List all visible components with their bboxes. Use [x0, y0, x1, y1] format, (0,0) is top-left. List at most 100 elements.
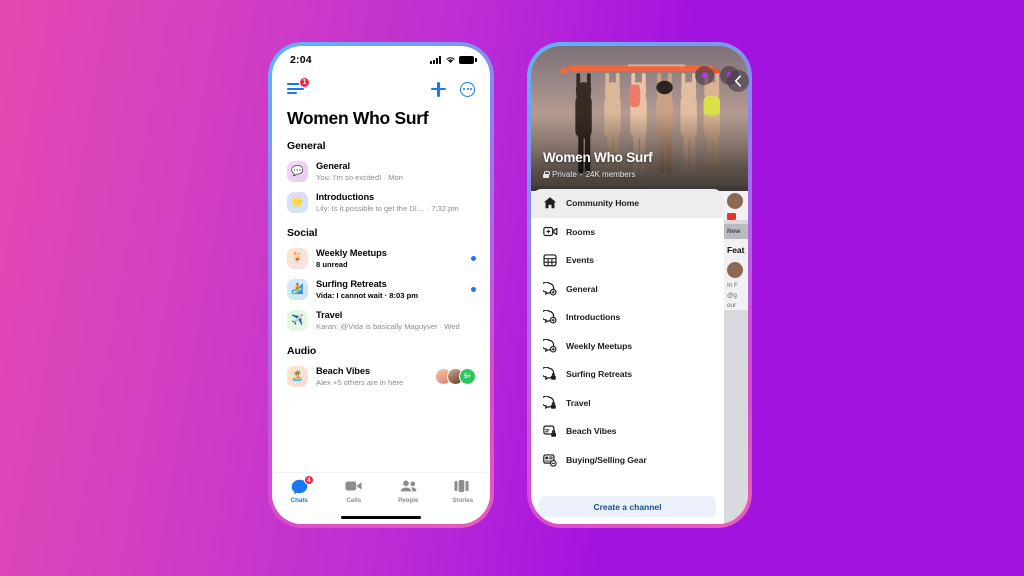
cellular-bars-icon: [430, 56, 441, 64]
nav-item-rooms[interactable]: Rooms: [531, 218, 724, 247]
channel-row[interactable]: 🏝️ Beach Vibes Alex +5 others are in here 5…: [272, 361, 490, 392]
nav-item-buying-selling-gear[interactable]: Buying/Selling Gear: [531, 446, 724, 475]
battery-icon: [459, 56, 477, 64]
nav-item-label: Surfing Retreats: [566, 369, 632, 380]
lock-icon: [543, 171, 550, 178]
nav-item-label: Weekly Meetups: [566, 340, 633, 351]
community-nav-list[interactable]: Community Home Rooms Events General Introduc…: [531, 189, 724, 474]
channel-avatar: 💬: [287, 161, 308, 182]
channel-text: Weekly Meetups 8 unread: [316, 248, 463, 268]
channel-avatar: 🌟: [287, 192, 308, 213]
tab-label: Chats: [290, 497, 308, 504]
hamburger-menu-icon[interactable]: 1: [287, 77, 310, 96]
page-title: Women Who Surf: [287, 108, 429, 128]
channel-name: Introductions: [316, 192, 375, 203]
more-circle-icon[interactable]: [460, 81, 475, 97]
stories-icon: [454, 479, 471, 494]
left-phone-screen: 2:04 1 Women Who Surf General 💬 General …: [272, 46, 490, 524]
video-camera-icon: [345, 479, 362, 494]
channel-preview: You: I'm so excited! · Mon: [316, 172, 403, 182]
channel-preview: Vida: I cannot wait · 8:03 pm: [316, 290, 418, 300]
bell-circle-icon[interactable]: [695, 66, 714, 85]
channel-name: Surfing Retreats: [316, 279, 387, 290]
channel-preview: 8 unread: [316, 259, 348, 269]
unread-dot: [470, 255, 476, 262]
nav-item-general[interactable]: General: [531, 275, 724, 304]
channel-name: Travel: [316, 310, 343, 321]
nav-item-label: Buying/Selling Gear: [566, 454, 647, 465]
rooms-video-icon: [543, 225, 558, 239]
channel-name: Beach Vibes: [316, 366, 371, 377]
section-header: General: [287, 140, 326, 152]
left-top-bar: 1: [272, 72, 490, 102]
channel-preview: Karan: @Vida is basically Maguyver · Wed: [316, 321, 460, 331]
channel-preview: Alex +5 others are in here: [316, 377, 404, 387]
avatar: [727, 193, 743, 209]
tab-chats[interactable]: 4 Chats: [272, 475, 327, 504]
channel-row[interactable]: 💬 General You: I'm so excited! · Mon: [272, 156, 490, 187]
create-channel-label: Create a channel: [593, 501, 662, 512]
channel-list[interactable]: General 💬 General You: I'm so excited! · Mo…: [272, 131, 490, 493]
community-title: Women Who Surf: [543, 150, 653, 165]
listener-avatar-stack[interactable]: 5+: [435, 368, 476, 385]
calendar-grid-icon: [543, 253, 557, 267]
chats-icon: 4: [291, 475, 314, 495]
nav-item-label: Events: [566, 255, 594, 266]
nav-item-introductions[interactable]: Introductions: [531, 303, 724, 332]
peek-reaction-badge: [727, 213, 736, 220]
channel-chat-icon: [540, 281, 557, 296]
tab-label: Calls: [346, 497, 362, 504]
channel-avatar: 🍹: [287, 248, 308, 269]
unread-dot: [470, 286, 476, 293]
people-icon: [400, 479, 417, 494]
status-bar: 2:04: [272, 46, 490, 72]
status-time: 2:04: [290, 54, 312, 66]
left-top-actions: [431, 81, 475, 97]
tab-people[interactable]: People: [381, 479, 436, 504]
channel-text: Travel Karan: @Vida is basically Maguyver…: [316, 310, 476, 330]
nav-item-weekly-meetups[interactable]: Weekly Meetups: [531, 332, 724, 361]
peek-new-divider: New: [722, 224, 748, 239]
channel-row[interactable]: 🍹 Weekly Meetups 8 unread: [272, 243, 490, 274]
create-channel-button[interactable]: Create a channel: [539, 496, 716, 517]
peek-post-line: our: [727, 301, 737, 309]
community-hero: Women Who Surf Private - 24K members: [531, 46, 748, 191]
channel-text: Beach Vibes Alex +5 others are in here: [316, 366, 427, 386]
nav-item-events[interactable]: Events: [531, 246, 724, 275]
plus-icon[interactable]: [431, 81, 446, 97]
channel-chat-icon: [540, 338, 557, 353]
right-phone-mockup: Sul Pr Gu New: [527, 42, 752, 528]
channel-row[interactable]: 🌟 Introductions Lily: Is it possible to ge…: [272, 187, 490, 218]
channel-row[interactable]: 🏄 Surfing Retreats Vida: I cannot wait · 8…: [272, 274, 490, 305]
channel-lock-icon: [540, 395, 557, 410]
chevron-left-icon[interactable]: [727, 70, 749, 92]
meta-separator: -: [579, 170, 583, 179]
peek-post-line: @g: [727, 291, 737, 299]
nav-item-surfing-retreats[interactable]: Surfing Retreats: [531, 360, 724, 389]
community-meta: Private - 24K members: [543, 170, 635, 179]
tab-label: People: [398, 497, 419, 504]
tab-stories[interactable]: Stories: [436, 479, 491, 504]
section-header: Audio: [287, 345, 317, 357]
channel-avatar: 🏝️: [287, 366, 308, 387]
wifi-icon: [445, 57, 455, 63]
tab-calls[interactable]: Calls: [327, 479, 382, 504]
peek-post-line: In F: [727, 282, 738, 289]
peek-post: [722, 188, 748, 220]
tab-label: Stories: [452, 497, 474, 504]
avatar: [727, 262, 743, 278]
nav-item-label: General: [566, 283, 598, 294]
channel-lock-icon: [540, 366, 557, 381]
channel-preview: Lily: Is it possible to get the DI… · 7:…: [316, 203, 459, 213]
nav-item-travel[interactable]: Travel: [531, 389, 724, 418]
right-phone-screen: Sul Pr Gu New: [531, 46, 748, 524]
channel-text: General You: I'm so excited! · Mon: [316, 161, 476, 181]
channel-avatar: ✈️: [287, 310, 308, 331]
channel-row[interactable]: ✈️ Travel Karan: @Vida is basically Maguyv…: [272, 305, 490, 336]
menu-badge: 1: [299, 77, 310, 88]
channel-name: Weekly Meetups: [316, 248, 387, 259]
nav-item-beach-vibes[interactable]: Beach Vibes: [531, 417, 724, 446]
left-phone-mockup: 2:04 1 Women Who Surf General 💬 General …: [268, 42, 494, 528]
nav-item-community-home[interactable]: Community Home: [531, 189, 724, 218]
channel-chat-icon: [540, 309, 557, 324]
